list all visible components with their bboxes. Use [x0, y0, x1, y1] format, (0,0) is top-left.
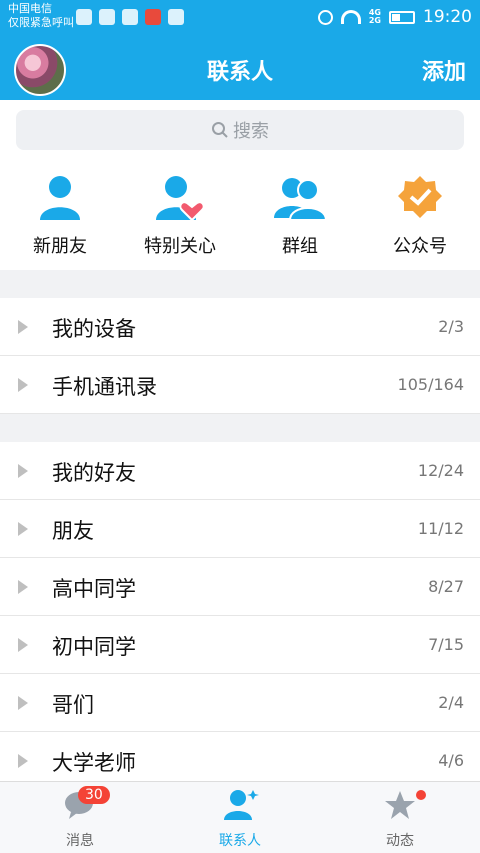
expand-arrow-icon: [18, 522, 28, 536]
quick-label: 新朋友: [33, 236, 87, 257]
search-placeholder: 搜索: [233, 121, 269, 142]
expand-arrow-icon: [18, 580, 28, 594]
badge-check-icon: [392, 170, 448, 226]
unread-badge: 30: [78, 786, 110, 804]
tab-label: 联系人: [219, 833, 261, 849]
person-icon: [32, 170, 88, 226]
app-notification-icon: [76, 9, 92, 25]
download-icon: [168, 9, 184, 25]
notification-icons: [76, 9, 184, 25]
network-2g-label: 2G: [368, 16, 381, 25]
person-heart-icon: [152, 170, 208, 226]
quick-official-accounts[interactable]: 公众号: [360, 170, 480, 258]
tab-label: 消息: [66, 833, 94, 849]
contacts-icon: [224, 790, 259, 820]
quick-new-friends[interactable]: 新朋友: [0, 170, 120, 258]
star-icon: [385, 791, 415, 819]
group-count: 12/24: [417, 461, 464, 480]
group-count: 2/3: [438, 317, 464, 336]
new-indicator-dot: [416, 790, 426, 800]
group-name: 我的设备: [52, 317, 136, 341]
quick-label: 群组: [282, 236, 318, 257]
quick-special-care[interactable]: 特别关心: [120, 170, 240, 258]
group-row[interactable]: 手机通讯录 105/164: [0, 356, 480, 414]
add-button[interactable]: 添加: [422, 54, 466, 86]
expand-arrow-icon: [18, 754, 28, 768]
tab-messages[interactable]: 30 消息: [0, 786, 160, 850]
group-icon: [272, 170, 328, 226]
group-name: 初中同学: [52, 635, 136, 659]
carrier-info: 中国电信 仅限紧急呼叫: [8, 2, 74, 30]
status-right: 4G 2G 19:20: [317, 7, 472, 27]
weibo-icon: [145, 9, 161, 25]
group-count: 7/15: [428, 635, 464, 654]
carrier-name: 中国电信: [8, 2, 52, 15]
bottom-tab-bar: 30 消息 联系人 动态: [0, 781, 480, 853]
group-count: 8/27: [428, 577, 464, 596]
expand-arrow-icon: [18, 378, 28, 392]
group-row[interactable]: 我的设备 2/3: [0, 298, 480, 356]
app-header: 联系人 添加: [0, 36, 480, 100]
group-count: 105/164: [397, 375, 464, 394]
alarm-icon: [317, 9, 333, 25]
quick-label: 特别关心: [144, 236, 216, 257]
group-name: 大学老师: [52, 751, 136, 775]
tab-feed[interactable]: 动态: [320, 788, 480, 850]
expand-arrow-icon: [18, 696, 28, 710]
group-name: 手机通讯录: [52, 375, 157, 399]
app-notification-icon: [99, 9, 115, 25]
tab-contacts[interactable]: 联系人: [160, 788, 320, 850]
expand-arrow-icon: [18, 464, 28, 478]
carrier-status: 仅限紧急呼叫: [8, 16, 74, 29]
expand-arrow-icon: [18, 638, 28, 652]
group-name: 哥们: [52, 693, 94, 717]
group-count: 11/12: [417, 519, 464, 538]
tab-label: 动态: [386, 833, 414, 849]
page-title: 联系人: [206, 60, 273, 85]
group-row[interactable]: 朋友 11/12: [0, 500, 480, 558]
group-name: 高中同学: [52, 577, 136, 601]
search-icon: [212, 122, 228, 138]
network-labels: 4G 2G: [369, 9, 381, 25]
search-input[interactable]: 搜索: [16, 110, 464, 150]
status-bar: 中国电信 仅限紧急呼叫 4G 2G 19:20: [0, 0, 480, 36]
group-name: 朋友: [52, 519, 94, 543]
quick-label: 公众号: [393, 236, 447, 257]
clock: 19:20: [423, 7, 472, 27]
wifi-icon: [340, 10, 361, 24]
image-icon: [122, 9, 138, 25]
section-divider: [0, 414, 480, 442]
group-name: 我的好友: [52, 461, 136, 485]
group-row[interactable]: 我的好友 12/24: [0, 442, 480, 500]
quick-groups[interactable]: 群组: [240, 170, 360, 258]
battery-icon: [389, 10, 415, 24]
quick-actions: 新朋友 特别关心 群组 公众号: [0, 170, 480, 270]
group-row[interactable]: 哥们 2/4: [0, 674, 480, 732]
group-count: 4/6: [438, 751, 464, 770]
section-divider: [0, 270, 480, 298]
group-row[interactable]: 初中同学 7/15: [0, 616, 480, 674]
expand-arrow-icon: [18, 320, 28, 334]
group-count: 2/4: [438, 693, 464, 712]
group-row[interactable]: 高中同学 8/27: [0, 558, 480, 616]
